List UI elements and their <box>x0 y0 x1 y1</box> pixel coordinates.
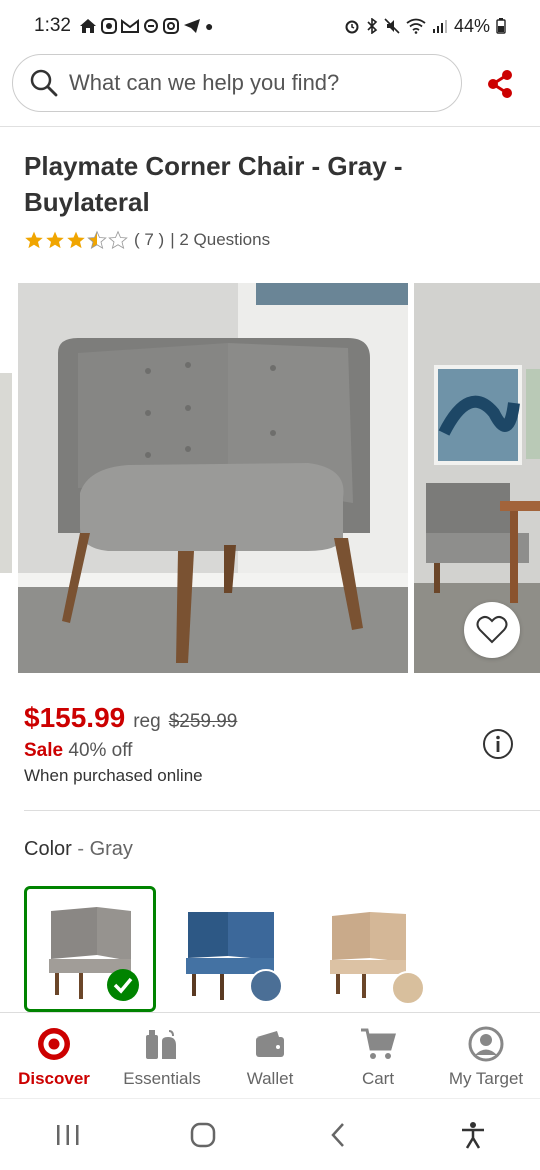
color-swatch-tan[interactable] <box>316 886 448 1012</box>
share-icon <box>488 70 512 98</box>
color-swatch-gray[interactable] <box>24 886 156 1012</box>
system-navigation-bar <box>0 1098 540 1170</box>
color-label: Color <box>24 838 72 860</box>
accessibility-icon <box>461 1121 484 1149</box>
back-button[interactable] <box>308 1115 368 1155</box>
share-button[interactable] <box>480 64 520 104</box>
star-empty-icon <box>108 230 128 250</box>
search-input[interactable] <box>69 70 429 96</box>
target-logo-icon <box>36 1025 72 1063</box>
rating-stars <box>24 230 128 250</box>
signal-icon <box>432 20 447 33</box>
price-info-icon[interactable] <box>482 728 514 760</box>
home-circle-icon <box>190 1122 215 1147</box>
review-count[interactable]: ( 7 ) <box>134 230 164 250</box>
star-full-icon <box>67 231 85 249</box>
color-swatch-blue[interactable] <box>170 886 302 1012</box>
mute-icon <box>384 18 400 34</box>
bluetooth-icon <box>367 18 378 34</box>
color-selector-label: Color - Gray <box>24 838 133 861</box>
status-bar: 1:32 ● 44% <box>0 0 540 52</box>
mail-icon <box>120 19 139 33</box>
nav-wallet-label: Wallet <box>246 1069 294 1088</box>
nav-discover[interactable]: Discover <box>0 1013 108 1098</box>
nav-discover-label: Discover <box>18 1069 90 1088</box>
heart-icon <box>476 615 508 644</box>
sale-row: Sale 40% off <box>24 740 132 762</box>
account-icon <box>468 1025 504 1063</box>
home-icon <box>79 19 96 33</box>
regular-price-label: reg <box>133 711 161 732</box>
nav-essentials[interactable]: Essentials <box>108 1013 216 1098</box>
sale-label: Sale <box>24 740 64 761</box>
status-left: 1:32 ● <box>34 15 213 37</box>
telegram-icon <box>183 19 200 33</box>
current-price: $155.99 <box>24 702 126 733</box>
nav-my-target-label: My Target <box>448 1069 524 1088</box>
rating-row[interactable]: ( 7 ) | 2 Questions <box>24 230 270 250</box>
sale-discount: 40% off <box>68 740 133 761</box>
nav-essentials-label: Essentials <box>123 1069 201 1088</box>
nav-wallet[interactable]: Wallet <box>216 1013 324 1098</box>
product-image-gallery[interactable] <box>0 283 540 673</box>
more-dot-icon: ● <box>204 18 214 34</box>
star-full-icon <box>46 231 64 249</box>
essentials-icon <box>142 1025 182 1063</box>
search-icon <box>30 69 58 97</box>
notification-icons: ● <box>79 18 213 34</box>
app-icon <box>100 18 117 34</box>
battery-percent: 44% <box>453 15 490 36</box>
cart-icon <box>359 1025 397 1063</box>
previous-image-sliver <box>0 373 12 573</box>
alarm-icon <box>345 20 359 34</box>
nav-cart-label: Cart <box>361 1069 395 1088</box>
questions-link[interactable]: | 2 Questions <box>170 230 270 250</box>
header-divider <box>0 126 540 127</box>
tan-chair-thumbnail <box>330 912 425 1005</box>
star-full-icon <box>25 231 43 249</box>
back-chevron-icon <box>330 1122 344 1147</box>
online-purchase-note: When purchased online <box>24 766 203 785</box>
bottom-navigation: Discover Essentials Wallet Cart My Targe… <box>0 1012 540 1098</box>
favorite-button[interactable] <box>464 602 520 658</box>
instagram-icon <box>162 18 179 34</box>
sync-icon <box>143 19 158 33</box>
nav-my-target[interactable]: My Target <box>432 1013 540 1098</box>
selected-color: Gray <box>89 838 133 860</box>
home-button[interactable] <box>173 1115 233 1155</box>
battery-icon <box>496 18 506 34</box>
status-right: 44% <box>344 16 506 37</box>
star-half-icon <box>87 230 107 250</box>
blue-chair-thumbnail <box>186 912 283 1003</box>
wifi-icon <box>406 18 426 34</box>
recent-apps-button[interactable] <box>38 1115 98 1155</box>
status-time: 1:32 <box>34 15 71 36</box>
section-divider <box>24 810 540 811</box>
price-row: $155.99 reg $259.99 <box>24 702 237 734</box>
search-bar[interactable] <box>12 54 462 112</box>
regular-price: $259.99 <box>168 711 238 732</box>
recent-apps-icon <box>56 1124 78 1145</box>
product-title: Playmate Corner Chair - Gray - Buylatera… <box>24 151 403 217</box>
color-separator: - <box>71 838 90 860</box>
wallet-icon <box>253 1025 287 1063</box>
nav-cart[interactable]: Cart <box>324 1013 432 1098</box>
gray-chair-thumbnail <box>49 907 139 1001</box>
accessibility-button[interactable] <box>443 1115 503 1155</box>
product-image-main[interactable] <box>18 283 408 673</box>
